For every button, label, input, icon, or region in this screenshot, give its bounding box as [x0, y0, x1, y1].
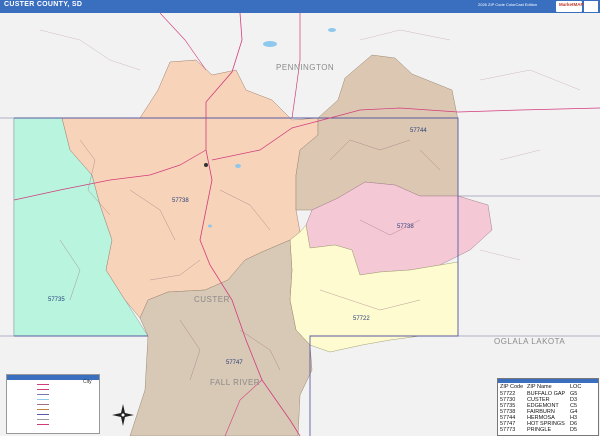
zip-label: 57738 [397, 224, 414, 230]
legend-swatch [37, 424, 49, 425]
legend-swatch [37, 389, 49, 390]
county-map [0, 13, 600, 436]
zip-table-cell: D5 [570, 427, 578, 433]
brand-logo-text: MarketMAPS [559, 2, 587, 7]
lake [235, 164, 241, 168]
zip-label: 57738 [172, 198, 189, 204]
zip-table-cell: 57773 [500, 427, 516, 433]
region-label-oglala-lakota: OGLALA LAKOTA [494, 337, 566, 346]
zip-table-header: LOC [570, 384, 582, 390]
legend-swatch [37, 404, 49, 405]
zip-label: 57747 [226, 360, 243, 366]
region-label-custer: CUSTER [194, 295, 230, 304]
map-title: CUSTER COUNTY, SD [4, 1, 83, 8]
edition-label: 2026 ZIP Code ColorCast Edition [478, 2, 538, 7]
lake [208, 224, 212, 228]
zip-label: 57722 [353, 316, 370, 322]
legend-swatch [37, 414, 49, 415]
zip-label: 57735 [48, 297, 65, 303]
lake [328, 28, 336, 32]
legend-swatch [37, 409, 49, 410]
city-dot-custer [204, 163, 208, 167]
legend-swatch [37, 384, 49, 385]
zip-table-header: ZIP Code [500, 384, 524, 390]
legend-swatch [37, 399, 49, 400]
zip-label: 57744 [410, 128, 427, 134]
region-label-fall-river: FALL RIVER [210, 378, 261, 387]
north-arrow-icon [112, 404, 134, 426]
region-label-pennington: PENNINGTON [276, 63, 335, 72]
zip-code-table: ZIP Code ZIP Name LOC 57722 BUFFALO GAP … [497, 378, 599, 436]
zip-table-header-bar [498, 379, 598, 383]
lake [263, 41, 277, 47]
legend-swatch [37, 419, 49, 420]
legend-city-label: City [83, 379, 92, 385]
zip-table-header: ZIP Name [527, 384, 552, 390]
map-page: CUSTER COUNTY, SD 2026 ZIP Code ColorCas… [0, 0, 600, 436]
zip-table-cell: PRINGLE [527, 427, 552, 433]
secondary-logo [584, 1, 598, 12]
legend-swatch [37, 394, 49, 395]
